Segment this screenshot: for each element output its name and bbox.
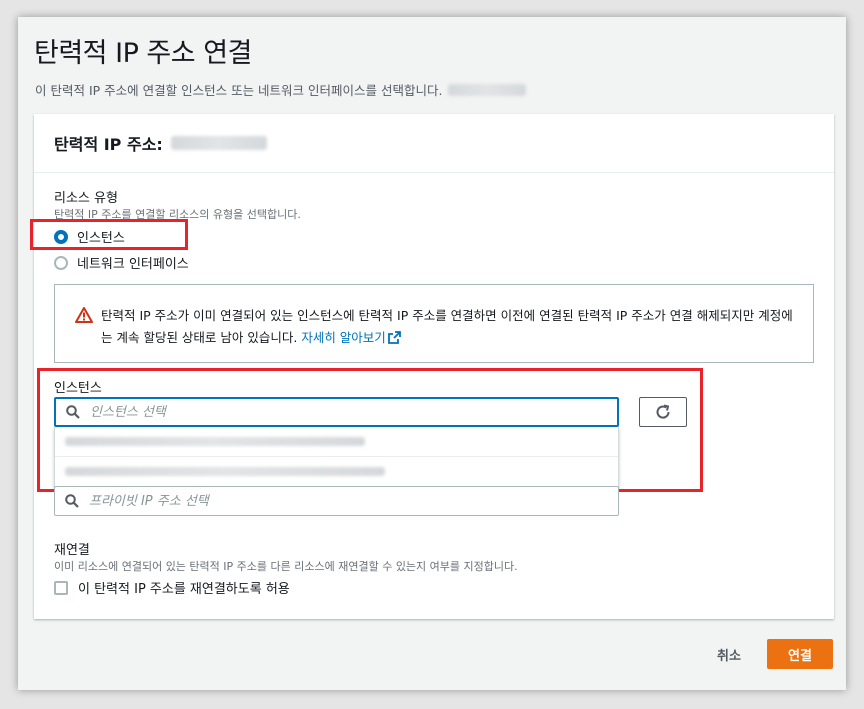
- reassociation-checkbox[interactable]: [54, 580, 68, 595]
- reassociation-hint: 이미 리소스에 연결되어 있는 탄력적 IP 주소를 다른 리소스에 재연결할 …: [54, 560, 518, 573]
- page-description-text: 이 탄력적 IP 주소에 연결할 인스턴스 또는 네트워크 인터페이스를 선택합…: [35, 83, 443, 98]
- card-header: 탄력적 IP 주소:: [34, 114, 834, 173]
- page-description: 이 탄력적 IP 주소에 연결할 인스턴스 또는 네트워크 인터페이스를 선택합…: [35, 80, 527, 99]
- redacted-ip: [170, 136, 267, 150]
- reassociation-label: 재연결: [54, 543, 90, 558]
- radio-button[interactable]: [54, 255, 68, 270]
- cancel-button[interactable]: 취소: [705, 644, 753, 664]
- radio-network-interface[interactable]: 네트워크 인터페이스: [54, 253, 189, 272]
- associate-button[interactable]: 연결: [767, 639, 833, 669]
- warning-alert: 탄력적 IP 주소가 이미 연결되어 있는 인스턴스에 탄력적 IP 주소를 연…: [54, 284, 814, 363]
- dialog-frame: 탄력적 IP 주소 연결 이 탄력적 IP 주소에 연결할 인스턴스 또는 네트…: [18, 17, 846, 690]
- association-card: 탄력적 IP 주소: 리소스 유형 탄력적 IP 주소를 연결할 리소스의 유형…: [30, 114, 834, 619]
- radio-network-interface-label: 네트워크 인터페이스: [77, 257, 189, 272]
- highlight-box-radio: [30, 219, 188, 250]
- external-link-icon: [387, 331, 401, 344]
- alert-text: 탄력적 IP 주소가 이미 연결되어 있는 인스턴스에 탄력적 IP 주소를 연…: [101, 308, 793, 345]
- warning-icon: [75, 307, 93, 323]
- page-title: 탄력적 IP 주소 연결: [34, 38, 252, 69]
- redacted-ip: [448, 83, 527, 96]
- associate-button-label: 연결: [788, 648, 812, 664]
- reassociation-checkbox-row[interactable]: 이 탄력적 IP 주소를 재연결하도록 허용: [54, 578, 290, 597]
- highlight-box-instance: [37, 368, 703, 492]
- resource-type-label: 리소스 유형: [54, 191, 118, 206]
- learn-more-link-text: 자세히 알아보기: [301, 330, 386, 345]
- cancel-button-label: 취소: [717, 648, 741, 664]
- private-ip-search-field[interactable]: [54, 486, 619, 516]
- card-header-title: 탄력적 IP 주소:: [54, 135, 163, 154]
- private-ip-search-input[interactable]: [89, 493, 589, 509]
- search-icon: [65, 494, 79, 508]
- learn-more-link[interactable]: 자세히 알아보기: [301, 330, 401, 345]
- reassociation-checkbox-label: 이 탄력적 IP 주소를 재연결하도록 허용: [78, 582, 290, 597]
